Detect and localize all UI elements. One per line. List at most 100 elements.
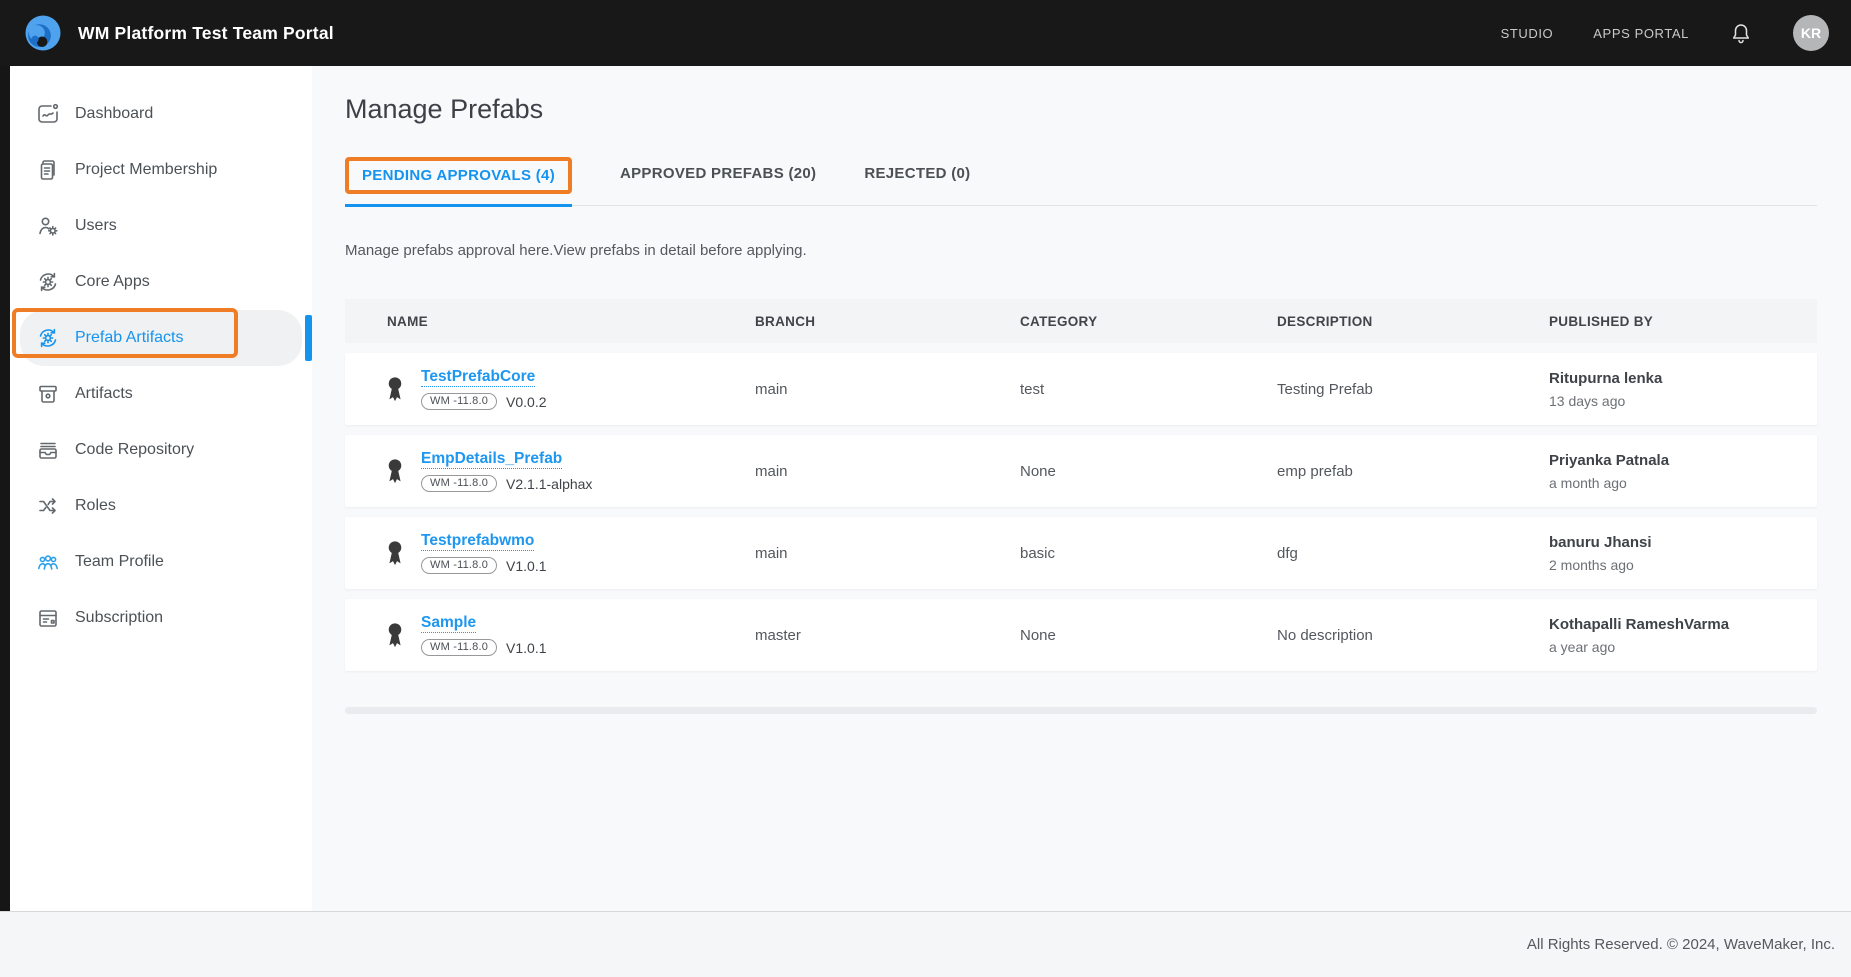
table-row: Testprefabwmo WM -11.8.0 V1.0.1 main bas… (345, 517, 1817, 589)
prefab-version: V2.1.1-alphax (506, 476, 592, 492)
name-stack: TestPrefabCore WM -11.8.0 V0.0.2 (421, 368, 547, 410)
name-meta: WM -11.8.0 V0.0.2 (421, 393, 547, 410)
platform-version-chip: WM -11.8.0 (421, 475, 497, 492)
column-header-published-by: PUBLISHED BY (1549, 314, 1817, 329)
prefab-version: V1.0.1 (506, 558, 546, 574)
tab-approved-prefabs[interactable]: APPROVED PREFABS (20) (620, 155, 816, 198)
prefab-version: V1.0.1 (506, 640, 546, 656)
bell-icon[interactable] (1729, 21, 1753, 45)
publisher-name: banuru Jhansi (1549, 534, 1817, 551)
tab-pending-approvals[interactable]: PENDING APPROVALS (4) (345, 147, 572, 207)
prefab-badge-icon (385, 457, 405, 485)
sidebar-item-project-membership[interactable]: Project Membership (20, 142, 302, 198)
name-stack: Testprefabwmo WM -11.8.0 V1.0.1 (421, 532, 547, 574)
published-date: 2 months ago (1549, 557, 1817, 573)
table-header-row: NAME BRANCH CATEGORY DESCRIPTION PUBLISH… (345, 299, 1817, 343)
category-cell: basic (1020, 545, 1277, 562)
name-meta: WM -11.8.0 V1.0.1 (421, 639, 547, 656)
description-cell: Testing Prefab (1277, 381, 1549, 398)
publisher-name: Kothapalli RameshVarma (1549, 616, 1817, 633)
description-cell: emp prefab (1277, 463, 1549, 480)
branch-cell: main (755, 463, 1020, 480)
studio-link[interactable]: STUDIO (1501, 26, 1554, 41)
tab-rejected[interactable]: REJECTED (0) (864, 155, 970, 198)
platform-version-chip: WM -11.8.0 (421, 557, 497, 574)
app-header: WM Platform Test Team Portal STUDIO APPS… (0, 0, 1851, 66)
sidebar-item-subscription[interactable]: Subscription (20, 590, 302, 646)
sidebar-item-label: Dashboard (75, 105, 153, 123)
sidebar-item-team-profile[interactable]: Team Profile (20, 534, 302, 590)
sidebar-item-users[interactable]: Users (20, 198, 302, 254)
published-by-cell: Ritupurna lenka 13 days ago (1549, 370, 1817, 409)
name-meta: WM -11.8.0 V1.0.1 (421, 557, 547, 574)
sidebar-item-label: Users (75, 217, 117, 235)
prefab-name-link[interactable]: Testprefabwmo (421, 532, 534, 551)
name-stack: Sample WM -11.8.0 V1.0.1 (421, 614, 547, 656)
name-cell: Testprefabwmo WM -11.8.0 V1.0.1 (345, 532, 755, 574)
tab-label: PENDING APPROVALS (4) (362, 167, 555, 184)
subscription-icon (36, 606, 60, 630)
active-item-indicator-bar (305, 315, 312, 361)
table-row: EmpDetails_Prefab WM -11.8.0 V2.1.1-alph… (345, 435, 1817, 507)
prefab-badge-icon (385, 539, 405, 567)
published-date: 13 days ago (1549, 393, 1817, 409)
prefab-badge-icon (385, 621, 405, 649)
name-cell: EmpDetails_Prefab WM -11.8.0 V2.1.1-alph… (345, 450, 755, 492)
published-by-cell: Priyanka Patnala a month ago (1549, 452, 1817, 491)
description-cell: No description (1277, 627, 1549, 644)
tab-bar: PENDING APPROVALS (4) APPROVED PREFABS (… (345, 147, 1817, 206)
sidebar-item-prefab-artifacts[interactable]: Prefab Artifacts (20, 310, 302, 366)
sidebar-item-dashboard[interactable]: Dashboard (20, 86, 302, 142)
branch-cell: main (755, 545, 1020, 562)
team-profile-icon (36, 550, 60, 574)
prefab-name-link[interactable]: TestPrefabCore (421, 368, 535, 387)
column-header-branch: BRANCH (755, 314, 1020, 329)
app-footer: All Rights Reserved. © 2024, WaveMaker, … (0, 911, 1851, 977)
description-cell: dfg (1277, 545, 1549, 562)
page-description: Manage prefabs approval here.View prefab… (345, 242, 1851, 259)
branch-cell: main (755, 381, 1020, 398)
sidebar-item-core-apps[interactable]: Core Apps (20, 254, 302, 310)
table-row: TestPrefabCore WM -11.8.0 V0.0.2 main te… (345, 353, 1817, 425)
published-date: a month ago (1549, 475, 1817, 491)
sidebar-item-artifacts[interactable]: Artifacts (20, 366, 302, 422)
column-header-category: CATEGORY (1020, 314, 1277, 329)
publisher-name: Priyanka Patnala (1549, 452, 1817, 469)
prefab-version: V0.0.2 (506, 394, 546, 410)
category-cell: None (1020, 463, 1277, 480)
list-end-divider (345, 707, 1817, 714)
sidebar-item-roles[interactable]: Roles (20, 478, 302, 534)
core-apps-icon (36, 270, 60, 294)
prefabs-table: NAME BRANCH CATEGORY DESCRIPTION PUBLISH… (345, 299, 1817, 671)
header-right: STUDIO APPS PORTAL KR (1501, 15, 1829, 51)
platform-version-chip: WM -11.8.0 (421, 393, 497, 410)
main-content: Manage Prefabs PENDING APPROVALS (4) APP… (312, 66, 1851, 911)
page-title: Manage Prefabs (345, 94, 1851, 125)
sidebar-item-label: Roles (75, 497, 116, 515)
users-icon (36, 214, 60, 238)
name-cell: Sample WM -11.8.0 V1.0.1 (345, 614, 755, 656)
published-by-cell: banuru Jhansi 2 months ago (1549, 534, 1817, 573)
name-meta: WM -11.8.0 V2.1.1-alphax (421, 475, 592, 492)
column-header-description: DESCRIPTION (1277, 314, 1549, 329)
prefab-name-link[interactable]: EmpDetails_Prefab (421, 450, 562, 469)
apps-portal-link[interactable]: APPS PORTAL (1593, 26, 1689, 41)
sidebar-item-label: Project Membership (75, 161, 217, 179)
app-title: WM Platform Test Team Portal (78, 23, 334, 44)
platform-version-chip: WM -11.8.0 (421, 639, 497, 656)
roles-icon (36, 494, 60, 518)
table-row: Sample WM -11.8.0 V1.0.1 master None No … (345, 599, 1817, 671)
artifacts-icon (36, 382, 60, 406)
category-cell: None (1020, 627, 1277, 644)
sidebar-item-label: Artifacts (75, 385, 133, 403)
category-cell: test (1020, 381, 1277, 398)
avatar[interactable]: KR (1793, 15, 1829, 51)
name-cell: TestPrefabCore WM -11.8.0 V0.0.2 (345, 368, 755, 410)
sidebar-item-code-repository[interactable]: Code Repository (20, 422, 302, 478)
prefab-badge-icon (385, 375, 405, 403)
name-stack: EmpDetails_Prefab WM -11.8.0 V2.1.1-alph… (421, 450, 592, 492)
column-header-name: NAME (345, 314, 755, 329)
branch-cell: master (755, 627, 1020, 644)
prefab-name-link[interactable]: Sample (421, 614, 476, 633)
code-repository-icon (36, 438, 60, 462)
